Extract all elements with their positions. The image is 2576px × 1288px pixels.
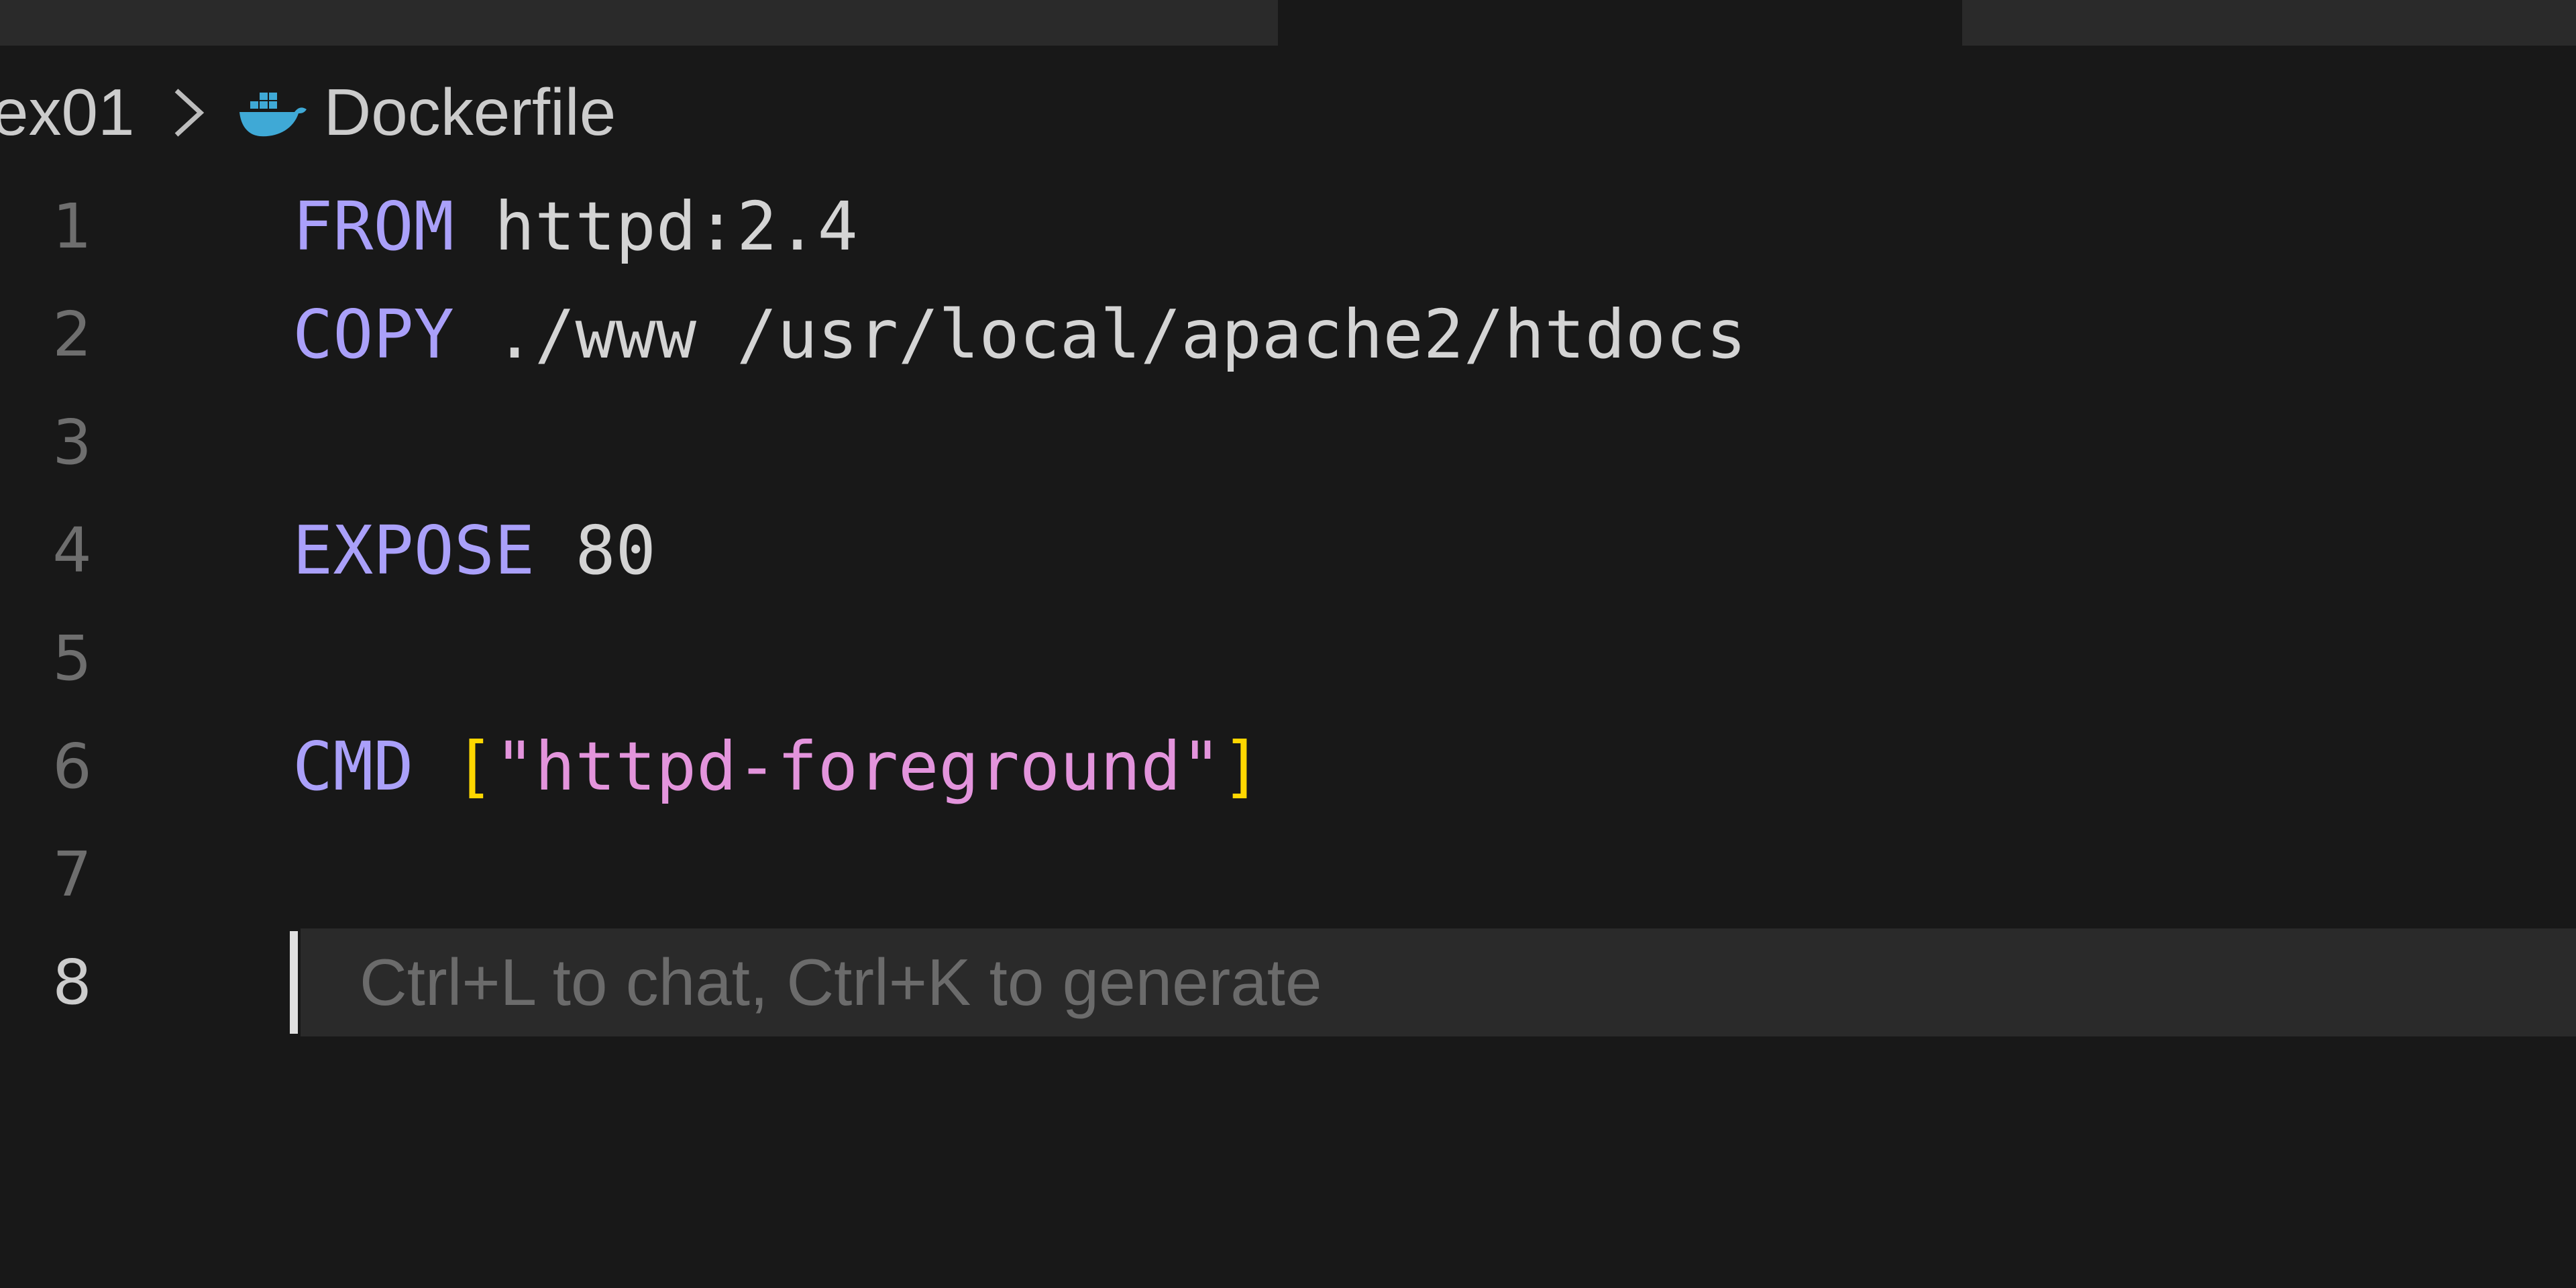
code-line[interactable]: 7 — [0, 820, 2576, 928]
tab-active-dockerfile[interactable] — [1278, 0, 1962, 46]
line-number: 3 — [52, 407, 92, 478]
code-editor[interactable]: 1 FROM httpd:2.4 2 COPY ./www /usr/local… — [0, 172, 2576, 1036]
line-number: 5 — [52, 623, 92, 694]
keyword-token: FROM — [292, 187, 454, 266]
text-token: httpd:2.4 — [453, 187, 858, 266]
code-line[interactable]: 1 FROM httpd:2.4 — [0, 172, 2576, 280]
line-number: 8 — [52, 947, 92, 1018]
keyword-token: CMD — [292, 727, 414, 806]
bracket-open-token: [ — [453, 727, 495, 806]
breadcrumb-folder[interactable]: ex01 — [0, 74, 135, 150]
tab-inactive-right[interactable] — [1962, 0, 2576, 46]
text-token: 80 — [535, 511, 656, 590]
line-number: 4 — [52, 515, 92, 586]
line-number: 6 — [52, 731, 92, 802]
line-number: 2 — [52, 299, 92, 370]
breadcrumb-file[interactable]: Dockerfile — [324, 74, 616, 150]
code-text: CMD ["httpd-foreground"] — [292, 712, 1262, 820]
code-line[interactable]: 5 — [0, 604, 2576, 712]
text-cursor — [290, 931, 298, 1034]
bracket-close-token: ] — [1221, 727, 1262, 806]
code-text: COPY ./www /usr/local/apache2/htdocs — [292, 280, 1746, 388]
line-number: 7 — [52, 839, 92, 910]
code-line[interactable]: 6 CMD ["httpd-foreground"] — [0, 712, 2576, 820]
code-line-current[interactable]: 8 Ctrl+L to chat, Ctrl+K to generate — [0, 928, 2576, 1036]
tab-bar — [0, 0, 2576, 46]
chevron-right-icon — [162, 83, 215, 143]
code-text: FROM httpd:2.4 — [292, 172, 858, 280]
code-text: EXPOSE 80 — [292, 496, 656, 604]
keyword-token: COPY — [292, 295, 454, 374]
code-line[interactable]: 3 — [0, 388, 2576, 496]
keyword-token: EXPOSE — [292, 511, 535, 590]
inline-hint: Ctrl+L to chat, Ctrl+K to generate — [360, 945, 1322, 1019]
text-token: ./www /usr/local/apache2/htdocs — [453, 295, 1747, 374]
code-line[interactable]: 2 COPY ./www /usr/local/apache2/htdocs — [0, 280, 2576, 388]
code-line[interactable]: 4 EXPOSE 80 — [0, 496, 2576, 604]
docker-icon — [235, 83, 309, 143]
string-token: "httpd-foreground" — [494, 727, 1222, 806]
tab-inactive-left[interactable] — [0, 0, 1278, 46]
line-number: 1 — [52, 191, 92, 262]
breadcrumb: ex01 Dockerfile — [0, 67, 616, 158]
